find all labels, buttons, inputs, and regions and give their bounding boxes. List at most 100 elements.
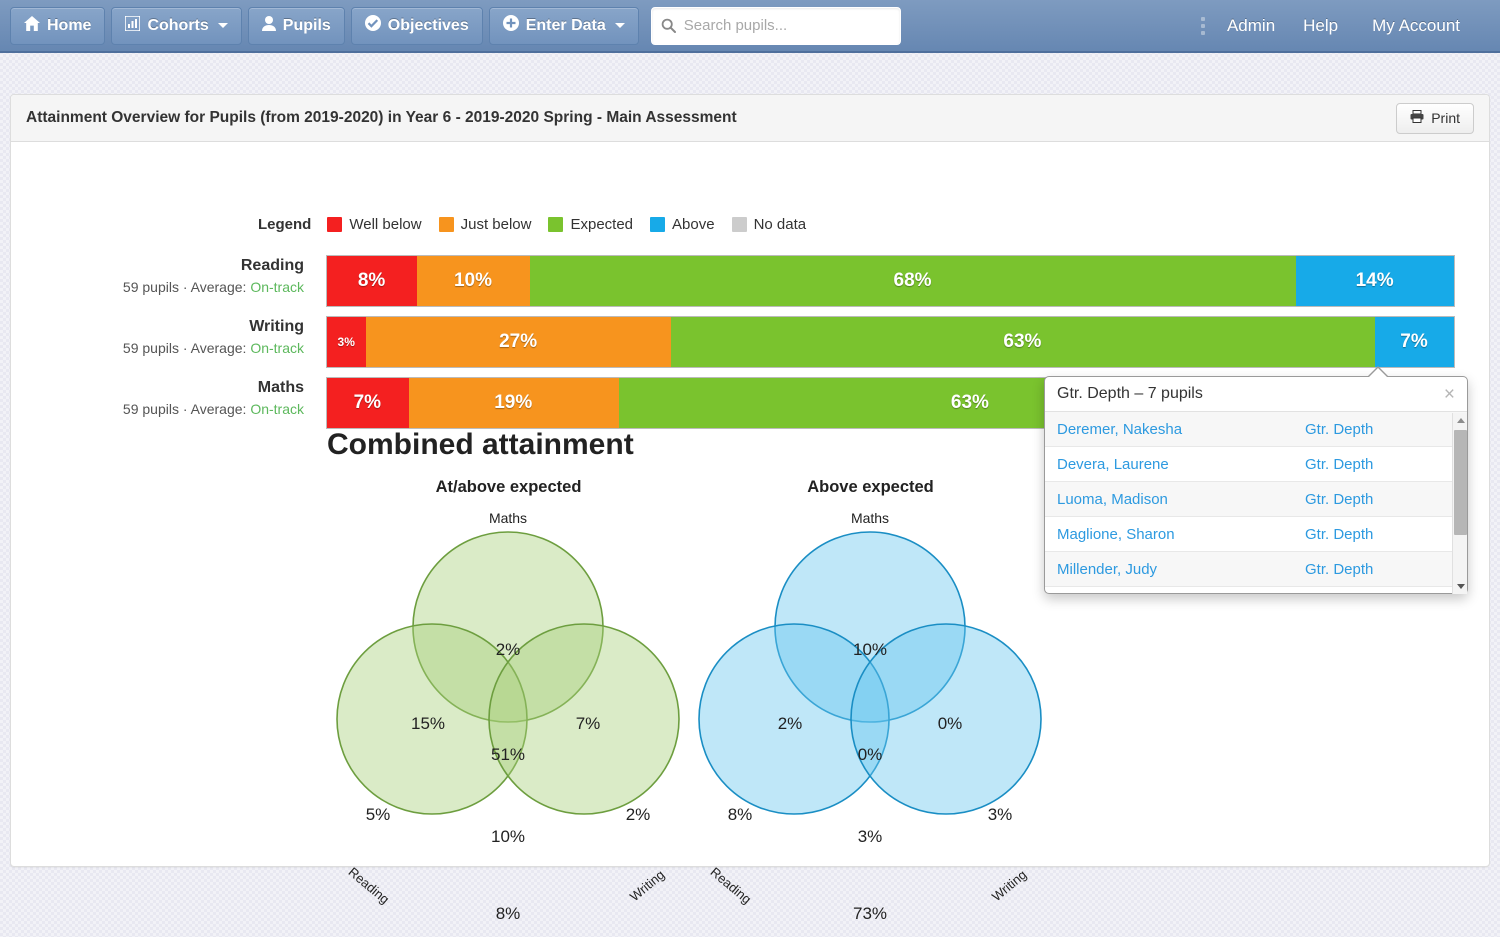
bar-segment[interactable]: 7% xyxy=(1375,317,1454,367)
venn-above-expected: Above expected Maths 10% 2% 0% 0% 8% 3% 3% Readi… xyxy=(663,478,1078,937)
popover-pupil-row[interactable]: Maglione, Sharon Gtr. Depth xyxy=(1045,517,1467,552)
bar-segment-label: 14% xyxy=(1355,270,1394,291)
pupil-grade: Gtr. Depth xyxy=(1305,420,1374,438)
venn-svg: Maths 2% 15% 7% 51% 5% 10% 2% Reading Writing 8% xyxy=(336,510,680,923)
venn-svg: Maths 10% 2% 0% 0% 8% 3% 3% Reading Writing 73% xyxy=(698,510,1042,923)
venn-value-maths-only: 2% xyxy=(496,640,521,659)
venn-value-all-three: 51% xyxy=(491,745,525,764)
nav-item-pupils-label: Pupils xyxy=(282,16,331,34)
popover-pupil-row[interactable]: Millender, Judy Gtr. Depth xyxy=(1045,552,1467,587)
bar-meta-prefix: 59 pupils · Average: xyxy=(122,401,251,417)
popover-title: Gtr. Depth – 7 pupils xyxy=(1057,385,1203,402)
bar-segment-label: 27% xyxy=(499,331,538,352)
bar-meta-status: On-track xyxy=(250,340,304,356)
nav-link-admin[interactable]: Admin xyxy=(1213,7,1289,45)
bar-segment-label: 68% xyxy=(893,270,932,291)
nav-item-enter-data[interactable]: Enter Data xyxy=(488,6,639,45)
pupil-grade: Gtr. Depth xyxy=(1305,560,1374,578)
bar-meta: 59 pupils · Average: On-track xyxy=(44,399,304,419)
venn-value-reading-only: 8% xyxy=(728,805,753,824)
bar-segment-label: 8% xyxy=(357,270,386,291)
close-icon[interactable]: × xyxy=(1444,385,1455,404)
search-input[interactable] xyxy=(650,6,901,45)
venn-label-writing: Writing xyxy=(627,867,667,904)
bar-segment[interactable]: 14% xyxy=(1296,256,1454,306)
bar-row-writing: Writing 59 pupils · Average: On-track 3%… xyxy=(11,316,1489,368)
nav-item-cohorts-label: Cohorts xyxy=(147,16,209,34)
bar-segment-label: 19% xyxy=(494,392,533,413)
venn-label-writing: Writing xyxy=(989,867,1029,904)
nav-item-pupils[interactable]: Pupils xyxy=(247,6,345,45)
bar-segment-label: 7% xyxy=(1400,331,1428,352)
venn-heading: At/above expected xyxy=(435,478,582,496)
pupil-name[interactable]: Maglione, Sharon xyxy=(1057,526,1175,543)
bar-meta-status: On-track xyxy=(250,279,304,295)
nav-item-home-label: Home xyxy=(47,16,92,34)
print-button[interactable]: Print xyxy=(1396,102,1474,134)
venn-value-maths-writing: 0% xyxy=(938,714,963,733)
scrollbar-thumb[interactable] xyxy=(1454,430,1467,535)
nav-item-home[interactable]: Home xyxy=(10,6,106,45)
pupil-name[interactable]: Millender, Judy xyxy=(1057,561,1157,578)
legend-item-label: Just below xyxy=(460,216,532,233)
bar-segment[interactable]: 19% xyxy=(408,378,619,428)
navbar-right: Admin Help My Account xyxy=(1200,7,1490,45)
bar-segment-label: 63% xyxy=(950,392,989,413)
bar-subject-label: Reading xyxy=(240,257,304,274)
bar-segment-label: 63% xyxy=(1003,331,1042,352)
scroll-up-icon[interactable] xyxy=(1453,413,1468,428)
venn-heading: Above expected xyxy=(807,478,934,496)
print-button-label: Print xyxy=(1431,110,1460,126)
venn-label-maths: Maths xyxy=(851,510,889,526)
popover-pupil-row[interactable]: Deremer, Nakesha Gtr. Depth xyxy=(1045,412,1467,447)
popover-pupil-row[interactable]: Devera, Laurene Gtr. Depth xyxy=(1045,447,1467,482)
pupil-name[interactable]: Devera, Laurene xyxy=(1057,456,1169,473)
nav-link-admin-label: Admin xyxy=(1226,15,1276,35)
venn-diagram-blue[interactable]: Maths 10% 2% 0% 0% 8% 3% 3% Reading Writing 73% xyxy=(663,497,1078,937)
bar-track: 8% 10% 68% 14% xyxy=(326,255,1455,307)
combined-attainment-title: Combined attainment xyxy=(327,428,634,461)
bar-segment[interactable]: 63% xyxy=(670,317,1376,367)
drag-handle-icon[interactable] xyxy=(1200,16,1205,35)
bar-segment[interactable]: 10% xyxy=(417,256,530,306)
venn-diagram-green[interactable]: Maths 2% 15% 7% 51% 5% 10% 2% Reading Writing 8% xyxy=(301,497,716,937)
popover-pupil-row[interactable]: Luoma, Madison Gtr. Depth xyxy=(1045,482,1467,517)
nav-item-objectives[interactable]: Objectives xyxy=(350,6,483,45)
venn-value-maths-writing: 7% xyxy=(576,714,601,733)
nav-link-help[interactable]: Help xyxy=(1289,7,1358,45)
pupil-grade: Gtr. Depth xyxy=(1305,525,1374,543)
bar-segment[interactable]: 68% xyxy=(529,256,1297,306)
legend-title: Legend xyxy=(258,216,312,233)
venn-label-reading: Reading xyxy=(708,864,755,907)
check-circle-icon xyxy=(364,15,381,36)
legend-swatch xyxy=(548,217,564,232)
nav-item-cohorts[interactable]: Cohorts xyxy=(111,6,242,45)
popover-pupil-list[interactable]: Deremer, Nakesha Gtr. Depth Devera, Lauren… xyxy=(1045,412,1467,593)
bar-segment-label: 3% xyxy=(337,335,355,349)
bar-subject-label: Writing xyxy=(249,318,304,335)
bar-row-label: Reading 59 pupils · Average: On-track xyxy=(44,255,304,297)
pupil-grade: Gtr. Depth xyxy=(1305,490,1374,508)
legend-swatch xyxy=(438,217,454,232)
venn-value-maths-reading: 2% xyxy=(778,714,803,733)
bar-segment[interactable]: 7% xyxy=(327,378,409,428)
legend: Legend Well below Just below Expected Ab… xyxy=(258,216,823,233)
nav-link-my-account-label: My Account xyxy=(1372,15,1460,35)
home-icon xyxy=(24,15,40,36)
nav-link-help-label: Help xyxy=(1303,15,1339,35)
legend-item-label: Above xyxy=(672,216,715,233)
page-title: Attainment Overview for Pupils (from 201… xyxy=(26,109,737,126)
pupil-name[interactable]: Luoma, Madison xyxy=(1057,491,1168,508)
bar-segment[interactable]: 3% xyxy=(327,317,367,367)
user-icon xyxy=(261,15,276,36)
scroll-down-icon[interactable] xyxy=(1453,579,1468,594)
pupil-name[interactable]: Deremer, Nakesha xyxy=(1057,421,1182,438)
nav-link-my-account[interactable]: My Account xyxy=(1358,7,1480,45)
venn-label-reading: Reading xyxy=(346,864,393,907)
bar-segment[interactable]: 8% xyxy=(327,256,418,306)
chevron-down-icon xyxy=(614,23,625,28)
venn-label-maths: Maths xyxy=(489,510,527,526)
popover-scrollbar[interactable] xyxy=(1452,413,1467,594)
venn-value-maths-reading: 15% xyxy=(411,714,445,733)
bar-segment[interactable]: 27% xyxy=(366,317,671,367)
